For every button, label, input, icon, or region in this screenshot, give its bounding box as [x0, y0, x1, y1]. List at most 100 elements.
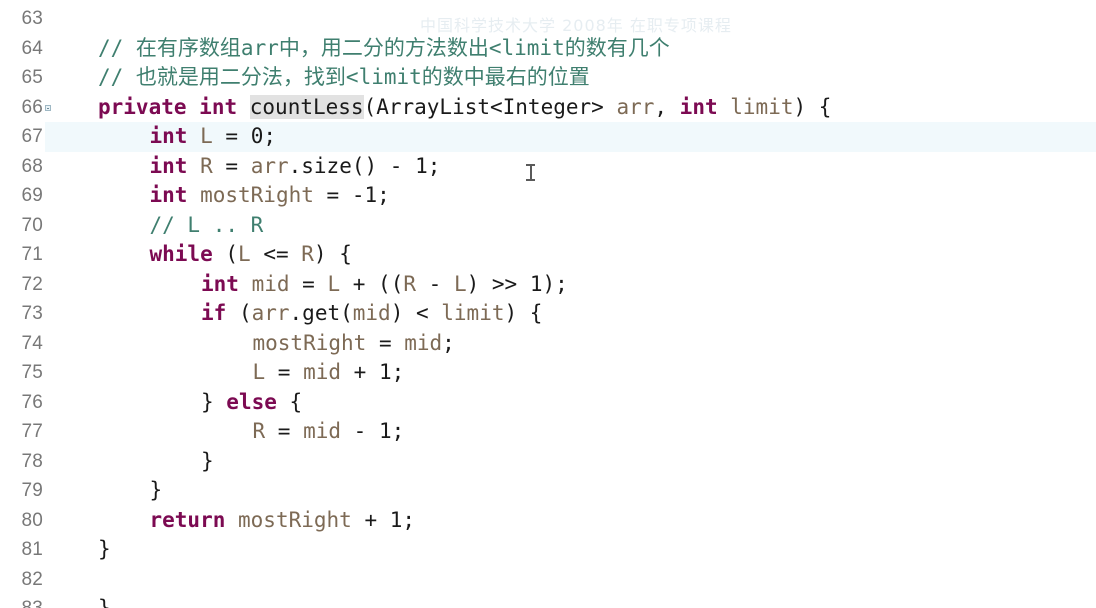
- code-token-keyword: int: [679, 94, 718, 119]
- code-line[interactable]: 74 mostRight = mid;: [0, 329, 1096, 359]
- code-token-plain: }: [149, 478, 163, 502]
- code-token-keyword: int: [199, 94, 238, 119]
- code-token-keyword: int: [149, 124, 188, 148]
- code-line[interactable]: 64 // 在有序数组arr中，用二分的方法数出<limit的数有几个: [0, 34, 1096, 64]
- code-line[interactable]: 72 int mid = L + ((R - L) >> 1);: [0, 270, 1096, 300]
- code-token-number: 1: [378, 419, 392, 443]
- code-text[interactable]: // 也就是用二分法，找到<limit的数中最右的位置: [98, 63, 590, 93]
- code-line[interactable]: 76 } else {: [0, 388, 1096, 418]
- code-line[interactable]: 68 int R = arr.size() - 1;: [0, 152, 1096, 182]
- code-line[interactable]: 75 L = mid + 1;: [0, 358, 1096, 388]
- code-token-identifier: R: [301, 242, 314, 266]
- code-token-identifier: mid: [352, 301, 391, 325]
- code-text[interactable]: mostRight = mid;: [253, 329, 455, 359]
- line-number: 63: [21, 8, 43, 29]
- code-text[interactable]: }: [201, 447, 214, 477]
- line-number: 73: [21, 303, 43, 324]
- code-text[interactable]: }: [98, 594, 111, 608]
- code-token-plain: );: [542, 271, 568, 296]
- code-token-comment: // L .. R: [149, 212, 264, 237]
- code-token-identifier: L: [252, 360, 266, 384]
- code-token-identifier: R: [403, 271, 416, 296]
- code-token-identifier: R: [252, 419, 266, 443]
- code-line[interactable]: 80 return mostRight + 1;: [0, 506, 1096, 536]
- code-token-keyword: else: [226, 389, 277, 414]
- code-token-plain: (: [226, 301, 252, 325]
- code-token-identifier: mid: [303, 360, 342, 384]
- code-text[interactable]: if (arr.get(mid) < limit) {: [201, 299, 542, 329]
- code-token-plain: +: [341, 360, 379, 384]
- code-editor[interactable]: 63 64 // 在有序数组arr中，用二分的方法数出<limit的数有几个 65 //…: [0, 0, 1096, 608]
- code-line[interactable]: 71 while (L <= R) {: [0, 240, 1096, 270]
- code-token-plain: = -: [313, 183, 365, 207]
- code-token-plain: =: [265, 419, 304, 443]
- code-token-plain: =: [212, 124, 251, 148]
- code-token-plain: }: [201, 389, 227, 414]
- code-line[interactable]: 69 int mostRight = -1;: [0, 181, 1096, 211]
- code-token-keyword: private: [98, 94, 187, 119]
- code-line[interactable]: 66 private int countLess(ArrayList<Intege…: [0, 93, 1096, 123]
- code-text[interactable]: int R = arr.size() - 1;: [150, 152, 441, 182]
- code-line[interactable]: 79}: [0, 476, 1096, 506]
- code-line[interactable]: 70 // L .. R: [0, 211, 1096, 241]
- code-token-plain: +: [351, 507, 390, 532]
- code-token-identifier: arr: [250, 153, 289, 178]
- code-token-number: 1: [389, 507, 403, 532]
- code-token-plain: =: [289, 271, 328, 296]
- line-number: 81: [21, 539, 43, 560]
- code-token-identifier: L: [200, 124, 213, 148]
- line-number: 68: [21, 155, 43, 177]
- code-line[interactable]: 81}: [0, 535, 1096, 565]
- code-line[interactable]: 73 if (arr.get(mid) < limit) {: [0, 299, 1096, 329]
- code-line[interactable]: 82: [0, 565, 1096, 595]
- code-token-identifier: arr: [616, 94, 655, 119]
- code-token-identifier: mid: [251, 271, 290, 296]
- code-token-plain: ;: [377, 183, 390, 207]
- code-token-plain: }: [98, 537, 111, 561]
- code-text[interactable]: L = mid + 1;: [253, 358, 405, 388]
- code-text[interactable]: // L .. R: [150, 211, 264, 241]
- code-token-plain: ;: [402, 507, 416, 532]
- code-token-identifier: limit: [441, 301, 505, 325]
- line-number: 78: [21, 450, 43, 472]
- code-line[interactable]: 77 R = mid - 1;: [0, 417, 1096, 447]
- code-token-plain: ) >>: [466, 271, 530, 296]
- code-token-identifier: limit: [730, 94, 794, 119]
- code-text[interactable]: while (L <= R) {: [150, 240, 352, 270]
- code-token-plain: .size() -: [288, 153, 416, 178]
- code-token-keyword: int: [201, 271, 239, 296]
- code-text[interactable]: int L = 0;: [150, 122, 277, 152]
- line-number: 67: [21, 126, 43, 147]
- code-text[interactable]: int mid = L + ((R - L) >> 1);: [201, 270, 568, 300]
- code-text[interactable]: int mostRight = -1;: [150, 181, 390, 211]
- code-text[interactable]: }: [150, 476, 163, 506]
- code-token-plain: =: [212, 153, 251, 178]
- code-text[interactable]: // 在有序数组arr中，用二分的方法数出<limit的数有几个: [98, 34, 670, 64]
- code-text[interactable]: return mostRight + 1;: [150, 506, 416, 536]
- line-number: 64: [21, 37, 43, 59]
- code-token-plain: ,: [654, 94, 680, 119]
- code-token-keyword: int: [149, 183, 188, 207]
- line-number: 74: [21, 332, 43, 354]
- code-token-plain: .get(: [289, 301, 353, 325]
- code-token-identifier: mid: [303, 419, 342, 443]
- code-line[interactable]: 67 int L = 0;: [0, 122, 1096, 152]
- code-fold-toggle-icon[interactable]: [45, 104, 51, 111]
- code-line[interactable]: 83}: [0, 594, 1096, 608]
- line-number: 77: [21, 421, 43, 442]
- code-text[interactable]: R = mid - 1;: [253, 417, 405, 447]
- code-line[interactable]: 63: [0, 4, 1096, 34]
- code-text[interactable]: } else {: [201, 388, 302, 418]
- code-token-keyword: if: [201, 301, 227, 325]
- line-number: 79: [21, 480, 43, 501]
- line-number: 76: [21, 391, 43, 413]
- code-text[interactable]: private int countLess(ArrayList<Integer>…: [98, 93, 831, 123]
- code-line[interactable]: 78}: [0, 447, 1096, 477]
- code-text[interactable]: }: [98, 535, 111, 565]
- code-line[interactable]: 65 // 也就是用二分法，找到<limit的数中最右的位置: [0, 63, 1096, 93]
- code-token-plain: ) {: [793, 94, 832, 119]
- code-token-plain: ;: [427, 153, 441, 178]
